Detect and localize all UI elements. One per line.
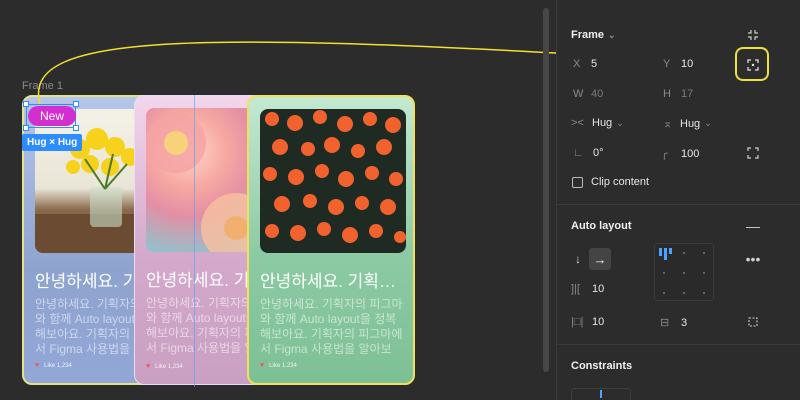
x-value[interactable]: 5	[591, 58, 597, 70]
x-label: X	[573, 58, 581, 70]
frame-title-text: Frame	[571, 29, 605, 41]
section-divider	[556, 204, 800, 205]
remove-auto-layout-icon[interactable]: —	[745, 218, 761, 234]
spacing-icon: ]|[	[571, 283, 580, 295]
y-label: Y	[663, 58, 671, 70]
w-label: W	[573, 88, 584, 100]
checkbox[interactable]	[572, 176, 583, 188]
align-dot[interactable]	[683, 252, 685, 254]
radius-value[interactable]: 100	[681, 148, 699, 160]
horizontal-padding-icon: |□|	[571, 316, 584, 328]
x-field[interactable]: X 5	[573, 58, 597, 70]
frame-section-title[interactable]: Frame ⌄	[571, 29, 616, 41]
align-dot[interactable]	[683, 292, 685, 294]
canvas-scrollbar[interactable]	[543, 8, 549, 372]
rotation-icon: ∟	[573, 147, 584, 159]
more-options-icon[interactable]: •••	[745, 251, 761, 267]
h-value[interactable]: 17	[681, 88, 693, 100]
independent-corners-icon[interactable]	[745, 145, 761, 161]
item-spacing-field[interactable]: ]|[ 10	[571, 283, 604, 295]
align-dot[interactable]	[703, 252, 705, 254]
align-dot[interactable]	[663, 292, 665, 294]
height-mode-value: Hug	[680, 117, 701, 130]
vertical-padding-field[interactable]: ⊟ 3	[660, 316, 687, 330]
align-dot[interactable]	[703, 292, 705, 294]
align-dot[interactable]	[683, 272, 685, 274]
collapse-icon[interactable]	[744, 26, 762, 44]
align-dot[interactable]	[663, 272, 665, 274]
h-field[interactable]: H 17	[663, 88, 693, 100]
individual-padding-icon[interactable]	[745, 314, 761, 330]
chevron-down-icon: ⌄	[616, 117, 624, 128]
vertical-direction-icon[interactable]: ↓	[572, 251, 584, 267]
corner-radius-field[interactable]: ╭ 100	[661, 147, 699, 161]
vertical-resize-icon: ⌅	[663, 118, 673, 130]
section-divider	[556, 344, 800, 345]
align-dot[interactable]	[703, 272, 705, 274]
constraints-widget[interactable]	[571, 388, 631, 400]
constraints-section-title: Constraints	[571, 360, 633, 372]
chevron-down-icon: ⌄	[704, 118, 712, 128]
horizontal-direction-button[interactable]: →	[589, 248, 611, 270]
align-top-left-icon	[659, 248, 672, 260]
h-label: H	[663, 88, 671, 100]
vertical-padding-icon: ⊟	[660, 317, 670, 329]
constraint-top-indicator[interactable]	[600, 390, 602, 398]
auto-layout-section-title: Auto layout	[571, 220, 632, 232]
spacing-value[interactable]: 10	[592, 283, 604, 295]
chevron-down-icon: ⌄	[608, 29, 616, 40]
corner-radius-icon: ╭	[661, 148, 668, 160]
width-mode-value: Hug	[592, 117, 613, 129]
horizontal-resize-icon: ><	[571, 117, 584, 129]
w-value[interactable]: 40	[591, 88, 603, 100]
clip-content-checkbox[interactable]: Clip content	[572, 176, 649, 188]
horizontal-padding-field[interactable]: |□| 10	[571, 316, 604, 328]
highlight-ring	[735, 47, 769, 81]
rotation-value[interactable]: 0°	[593, 147, 604, 159]
height-resizing-dropdown[interactable]: ⌅ Hug ⌄	[663, 117, 712, 131]
width-resizing-dropdown[interactable]: >< Hug ⌄	[571, 117, 624, 129]
w-field[interactable]: W 40	[573, 88, 603, 100]
y-value[interactable]: 10	[681, 58, 693, 70]
y-field[interactable]: Y 10	[663, 58, 693, 70]
clip-content-label: Clip content	[591, 176, 650, 188]
vertical-padding-value[interactable]: 3	[681, 317, 687, 329]
rotation-field[interactable]: ∟ 0°	[573, 147, 604, 159]
alignment-grid[interactable]	[654, 243, 714, 301]
horizontal-padding-value[interactable]: 10	[592, 316, 604, 328]
